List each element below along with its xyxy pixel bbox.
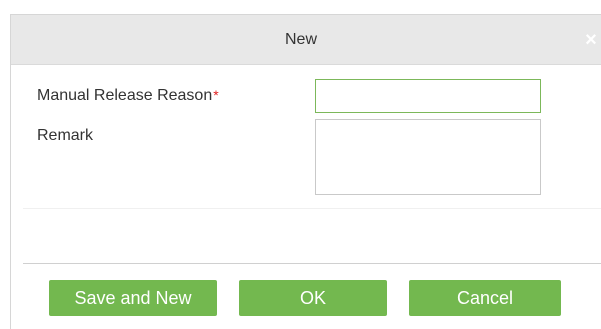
manual-release-reason-input[interactable] xyxy=(315,79,541,113)
reason-label: Manual Release Reason xyxy=(37,87,213,104)
required-mark: * xyxy=(213,87,219,103)
footer-divider xyxy=(23,263,601,264)
remark-label: Remark xyxy=(37,127,94,144)
dialog-title: New xyxy=(284,31,317,48)
close-icon[interactable]: × xyxy=(581,30,601,50)
ok-button[interactable]: OK xyxy=(239,280,387,316)
save-and-new-button[interactable]: Save and New xyxy=(49,280,217,316)
dialog-header: New × xyxy=(11,15,601,65)
reason-label-row: Manual Release Reason* xyxy=(37,87,219,105)
new-dialog: New × Manual Release Reason* Remark Save… xyxy=(10,14,601,329)
form-divider xyxy=(23,208,601,209)
remark-label-row: Remark xyxy=(37,127,93,145)
backdrop xyxy=(0,0,601,14)
page: New × Manual Release Reason* Remark Save… xyxy=(0,0,601,329)
cancel-button[interactable]: Cancel xyxy=(409,280,561,316)
remark-textarea[interactable] xyxy=(315,119,541,195)
